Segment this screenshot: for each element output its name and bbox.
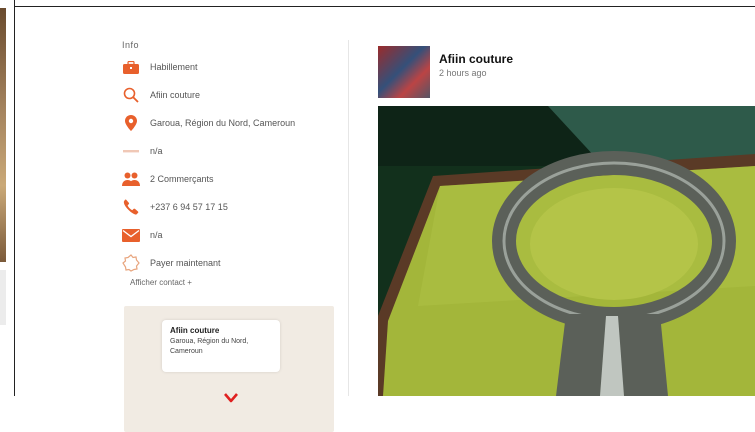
info-row-category: Habillement [122, 58, 342, 76]
map-card-title: Afiin couture [170, 326, 220, 335]
envelope-icon [122, 227, 140, 243]
info-row-payment[interactable]: Payer maintenant [122, 254, 342, 272]
top-border [14, 6, 755, 7]
info-panel: Info Habillement Afiin couture Garoua, R… [118, 36, 342, 432]
map-marker-icon[interactable] [224, 390, 238, 408]
post-author[interactable]: Afiin couture [439, 52, 513, 66]
post-photo[interactable] [378, 106, 755, 396]
info-phone: +237 6 94 57 17 15 [150, 202, 228, 212]
badge-icon [122, 254, 140, 272]
search-icon [122, 87, 140, 103]
location-pin-icon [122, 115, 140, 131]
map-info-card: Afiin couture Garoua, Région du Nord, Ca… [162, 320, 280, 372]
info-website: n/a [150, 146, 163, 156]
info-category: Habillement [150, 62, 198, 72]
info-row-address[interactable]: Garoua, Région du Nord, Cameroun [122, 114, 342, 132]
info-payment: Payer maintenant [150, 258, 221, 268]
previous-panel-edge [0, 0, 15, 396]
info-heading: Info [122, 40, 140, 50]
cropped-photo [0, 8, 6, 262]
post-card: Afiin couture 2 hours ago [378, 40, 755, 396]
dash-icon [122, 143, 140, 159]
info-business-name: Afiin couture [150, 90, 201, 100]
column-divider [348, 40, 349, 396]
info-email: n/a [150, 230, 163, 240]
briefcase-icon [122, 59, 140, 75]
phone-icon [122, 199, 140, 215]
info-address: Garoua, Région du Nord, Cameroun [150, 118, 296, 128]
info-row-phone[interactable]: +237 6 94 57 17 15 [122, 198, 342, 216]
cropped-thumbnail [0, 270, 6, 325]
post-timestamp: 2 hours ago [439, 68, 487, 78]
info-row-name: Afiin couture [122, 86, 342, 104]
show-contact-link[interactable]: Afficher contact + [130, 278, 192, 287]
info-row-merchants: 2 Commerçants [122, 170, 342, 188]
map-card-address: Garoua, Région du Nord, Cameroun [170, 338, 249, 355]
info-merchants: 2 Commerçants [150, 174, 214, 184]
avatar[interactable] [378, 46, 430, 98]
mini-map[interactable]: Afiin couture Garoua, Région du Nord, Ca… [124, 306, 334, 432]
info-row-email[interactable]: n/a [122, 226, 342, 244]
info-row-website: n/a [122, 142, 342, 160]
people-icon [122, 171, 140, 187]
